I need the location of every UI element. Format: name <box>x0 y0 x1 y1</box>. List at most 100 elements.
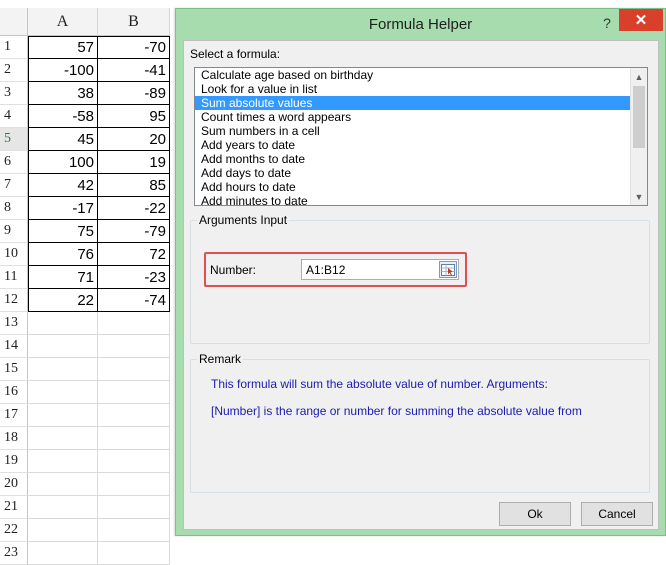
formula-list-item[interactable]: Add hours to date <box>195 180 647 194</box>
cell-a[interactable] <box>28 358 98 381</box>
scroll-down-arrow-icon[interactable]: ▼ <box>631 188 647 205</box>
row-header[interactable]: 19 <box>0 450 28 473</box>
row-header[interactable]: 14 <box>0 335 28 358</box>
cell-b[interactable]: -22 <box>98 197 170 220</box>
row-header[interactable]: 21 <box>0 496 28 519</box>
cancel-button[interactable]: Cancel <box>581 502 653 526</box>
range-select-icon[interactable] <box>439 261 457 278</box>
cell-a[interactable] <box>28 335 98 358</box>
cell-a[interactable] <box>28 427 98 450</box>
cell-b[interactable]: -79 <box>98 220 170 243</box>
cell-b[interactable] <box>98 519 170 542</box>
column-header-b[interactable]: B <box>98 8 170 36</box>
row-header[interactable]: 15 <box>0 358 28 381</box>
scroll-thumb[interactable] <box>633 86 645 148</box>
cell-b[interactable]: 72 <box>98 243 170 266</box>
cell-a[interactable] <box>28 312 98 335</box>
help-icon[interactable]: ? <box>597 13 617 33</box>
cell-a[interactable]: 76 <box>28 243 98 266</box>
cell-b[interactable] <box>98 450 170 473</box>
cell-b[interactable]: -41 <box>98 59 170 82</box>
cell-b[interactable]: 95 <box>98 105 170 128</box>
close-icon[interactable]: ✕ <box>619 9 663 31</box>
row-header[interactable]: 9 <box>0 220 28 243</box>
cell-a[interactable] <box>28 519 98 542</box>
arguments-legend: Arguments Input <box>197 213 290 227</box>
row-header[interactable]: 18 <box>0 427 28 450</box>
cell-a[interactable]: 42 <box>28 174 98 197</box>
cell-a[interactable]: 57 <box>28 36 98 59</box>
formula-list-item[interactable]: Calculate age based on birthday <box>195 68 647 82</box>
cell-b[interactable] <box>98 496 170 519</box>
cell-b[interactable] <box>98 542 170 565</box>
cell-b[interactable]: 19 <box>98 151 170 174</box>
row-header[interactable]: 11 <box>0 266 28 289</box>
row-header[interactable]: 13 <box>0 312 28 335</box>
scroll-up-arrow-icon[interactable]: ▲ <box>631 68 647 85</box>
formula-list-item[interactable]: Add years to date <box>195 138 647 152</box>
row-header[interactable]: 16 <box>0 381 28 404</box>
cell-b[interactable]: -70 <box>98 36 170 59</box>
formula-list-item[interactable]: Count times a word appears <box>195 110 647 124</box>
formula-listbox[interactable]: Calculate age based on birthday Look for … <box>194 67 648 206</box>
cell-a[interactable]: -17 <box>28 197 98 220</box>
cell-a[interactable]: -58 <box>28 105 98 128</box>
remark-legend: Remark <box>197 352 244 366</box>
dialog-title: Formula Helper <box>368 15 473 33</box>
formula-helper-dialog: Formula Helper ? ✕ Select a formula: Cal… <box>175 8 666 536</box>
ok-button[interactable]: Ok <box>499 502 571 526</box>
cell-b[interactable]: 20 <box>98 128 170 151</box>
cell-a[interactable]: 71 <box>28 266 98 289</box>
row-header[interactable]: 1 <box>0 36 28 59</box>
cell-a[interactable] <box>28 381 98 404</box>
cell-b[interactable] <box>98 335 170 358</box>
cell-a[interactable] <box>28 542 98 565</box>
row-header[interactable]: 6 <box>0 151 28 174</box>
cell-a[interactable] <box>28 450 98 473</box>
cell-a[interactable]: -100 <box>28 59 98 82</box>
remark-line-1: This formula will sum the absolute value… <box>211 377 548 391</box>
cell-b[interactable]: 85 <box>98 174 170 197</box>
formula-list-item[interactable]: Sum numbers in a cell <box>195 124 647 138</box>
cell-b[interactable]: -74 <box>98 289 170 312</box>
cell-a[interactable] <box>28 473 98 496</box>
cell-a[interactable]: 38 <box>28 82 98 105</box>
cell-a[interactable] <box>28 404 98 427</box>
cell-b[interactable]: -89 <box>98 82 170 105</box>
formula-list: Calculate age based on birthday Look for … <box>195 68 647 205</box>
remark-line-2: [Number] is the range or number for summ… <box>211 404 582 418</box>
cell-b[interactable] <box>98 381 170 404</box>
formula-list-item[interactable]: Look for a value in list <box>195 82 647 96</box>
row-header[interactable]: 20 <box>0 473 28 496</box>
cell-b[interactable] <box>98 358 170 381</box>
cell-b[interactable] <box>98 404 170 427</box>
cell-b[interactable] <box>98 427 170 450</box>
row-header[interactable]: 7 <box>0 174 28 197</box>
row-header[interactable]: 12 <box>0 289 28 312</box>
row-header[interactable]: 10 <box>0 243 28 266</box>
row-header[interactable]: 17 <box>0 404 28 427</box>
row-header[interactable]: 3 <box>0 82 28 105</box>
formula-list-item[interactable]: Sum absolute values <box>195 96 647 110</box>
cell-a[interactable] <box>28 496 98 519</box>
select-all-corner[interactable] <box>0 8 28 36</box>
cell-a[interactable]: 100 <box>28 151 98 174</box>
row-header[interactable]: 2 <box>0 59 28 82</box>
number-input[interactable]: A1:B12 <box>301 259 459 280</box>
formula-list-item[interactable]: Add months to date <box>195 152 647 166</box>
column-header-a[interactable]: A <box>28 8 98 36</box>
cell-b[interactable]: -23 <box>98 266 170 289</box>
cell-b[interactable] <box>98 312 170 335</box>
row-header[interactable]: 5 <box>0 128 28 151</box>
cell-a[interactable]: 75 <box>28 220 98 243</box>
cell-a[interactable]: 22 <box>28 289 98 312</box>
cell-b[interactable] <box>98 473 170 496</box>
formula-list-item[interactable]: Add days to date <box>195 166 647 180</box>
cell-a[interactable]: 45 <box>28 128 98 151</box>
listbox-scrollbar[interactable]: ▲ ▼ <box>630 68 647 205</box>
row-header[interactable]: 4 <box>0 105 28 128</box>
formula-list-item[interactable]: Add minutes to date <box>195 194 647 205</box>
row-header[interactable]: 22 <box>0 519 28 542</box>
row-header[interactable]: 23 <box>0 542 28 565</box>
row-header[interactable]: 8 <box>0 197 28 220</box>
